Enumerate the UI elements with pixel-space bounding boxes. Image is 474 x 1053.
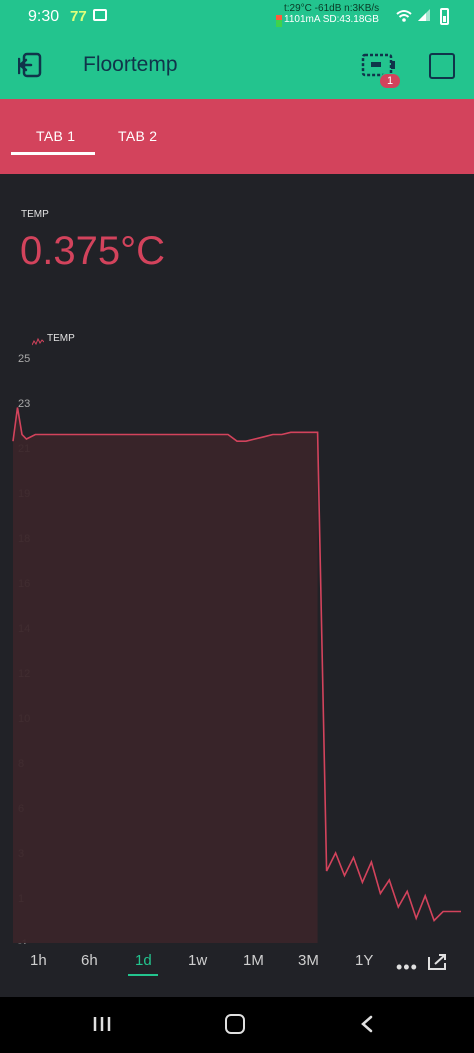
value-display[interactable]: 0.375°C	[20, 229, 165, 274]
tab-2[interactable]: TAB 2	[118, 128, 157, 144]
gallery-icon	[93, 9, 107, 21]
tab-1[interactable]: TAB 1	[36, 128, 75, 144]
wifi-icon	[396, 9, 412, 26]
range-1m[interactable]: 1M	[243, 952, 264, 969]
tab-bar: TAB 1 TAB 2	[0, 99, 474, 174]
status-time: 9:30	[28, 8, 60, 25]
signal-icon	[416, 8, 432, 25]
exit-device-icon[interactable]	[17, 51, 46, 81]
back-arrow-icon[interactable]	[360, 1015, 374, 1033]
page-title: Floortemp	[83, 53, 178, 76]
value-display-label: TEMP	[21, 209, 49, 220]
tab-indicator	[11, 152, 95, 155]
range-active-indicator	[128, 974, 158, 976]
recents-icon[interactable]	[93, 1016, 111, 1032]
range-1d[interactable]: 1d	[135, 952, 152, 969]
temp-chart[interactable]: 2523211918161412108631-1	[0, 344, 474, 944]
app-bar: Floortemp 1	[0, 33, 474, 99]
home-icon[interactable]	[225, 1014, 245, 1034]
legend-line-icon	[31, 334, 45, 346]
range-1h[interactable]: 1h	[30, 952, 47, 969]
y-tick-label: 25	[18, 353, 30, 365]
status-stats-line2: 1101mA SD:43.18GB	[284, 14, 379, 25]
y-tick-label: 23	[18, 398, 30, 410]
status-bar: 9:30 77 t:29°C -61dB n:3KB/s 1101mA SD:4…	[0, 0, 474, 33]
status-stats-line1: t:29°C -61dB n:3KB/s	[284, 3, 380, 14]
system-nav-bar	[0, 997, 474, 1053]
more-icon[interactable]: •••	[396, 957, 418, 978]
status-stats: t:29°C -61dB n:3KB/s 1101mA SD:43.18GB	[276, 3, 379, 25]
square-icon[interactable]	[429, 53, 455, 79]
battery-icon	[440, 8, 449, 25]
expand-icon[interactable]	[427, 953, 447, 971]
range-1y[interactable]: 1Y	[355, 952, 373, 969]
legend-label: TEMP	[47, 333, 75, 344]
status-notification-count: 77	[70, 8, 87, 25]
dashboard: TEMP 0.375°C TEMP 2523211918161412108631…	[0, 174, 474, 997]
range-6h[interactable]: 6h	[81, 952, 98, 969]
temp-area	[13, 407, 318, 943]
device-badge: 1	[379, 73, 401, 89]
range-1w[interactable]: 1w	[188, 952, 207, 969]
range-3m[interactable]: 3M	[298, 952, 319, 969]
